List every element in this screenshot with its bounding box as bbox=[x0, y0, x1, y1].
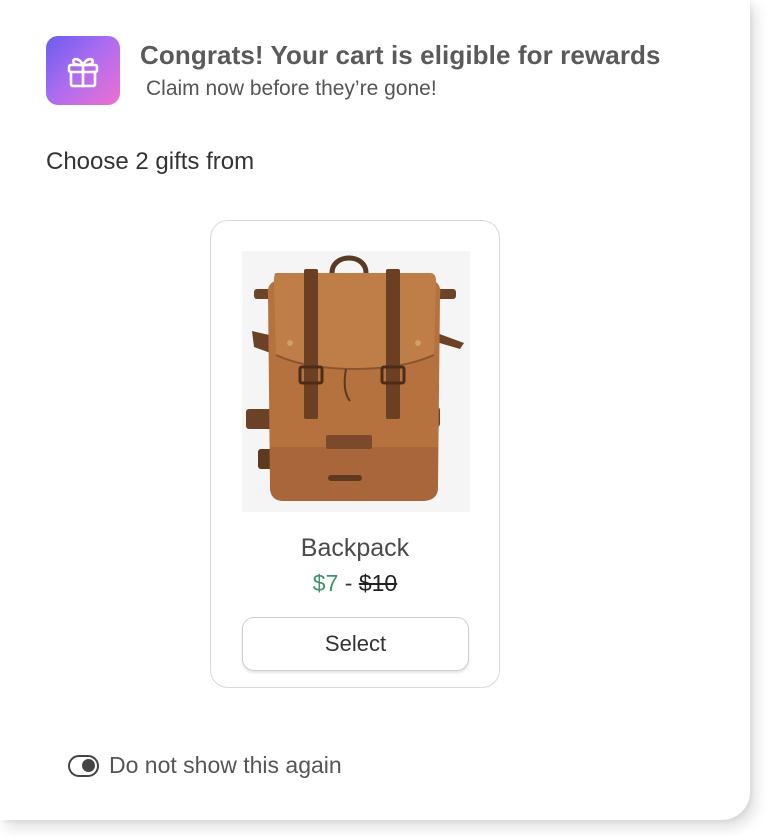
do-not-show-again-label: Do not show this again bbox=[109, 752, 342, 778]
gifts-heading: Choose 2 gifts from bbox=[46, 148, 255, 175]
gift-card: Backpack $7 - $10 Select bbox=[210, 220, 500, 688]
backpack-image bbox=[242, 251, 470, 512]
original-price: $10 bbox=[358, 570, 398, 596]
toggle-knob bbox=[82, 758, 95, 772]
rewards-popup: Congrats! Your cart is eligible for rewa… bbox=[0, 0, 750, 820]
product-name: Backpack bbox=[300, 534, 410, 562]
toggle-icon[interactable] bbox=[68, 754, 99, 777]
price-separator: - bbox=[344, 570, 353, 596]
price-row: $7 - $10 bbox=[211, 570, 499, 597]
popup-subtitle: Claim now before they’re gone! bbox=[146, 77, 437, 100]
do-not-show-again-toggle[interactable]: Do not show this again bbox=[68, 752, 342, 779]
sale-price: $7 bbox=[312, 570, 339, 596]
select-button[interactable]: Select bbox=[242, 617, 469, 671]
popup-title: Congrats! Your cart is eligible for rewa… bbox=[140, 40, 661, 70]
header-text: Congrats! Your cart is eligible for rewa… bbox=[140, 40, 661, 101]
gift-icon bbox=[46, 36, 120, 105]
popup-header: Congrats! Your cart is eligible for rewa… bbox=[46, 36, 661, 105]
